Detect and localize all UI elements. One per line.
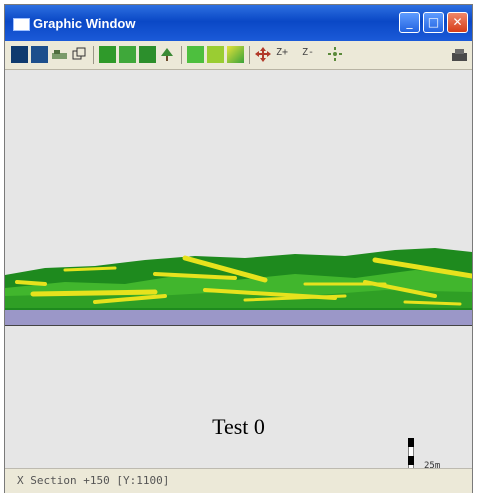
toolbar-separator: [93, 46, 94, 64]
tree-icon[interactable]: [159, 46, 176, 63]
ground-layer: [5, 308, 472, 325]
terrain-icon[interactable]: [119, 46, 136, 63]
section-divider: [5, 325, 472, 326]
print-icon[interactable]: [451, 46, 468, 63]
map-icon[interactable]: [11, 46, 28, 63]
test-caption: Test 0: [212, 414, 265, 439]
toolbar: Z+ Z-: [5, 41, 472, 70]
terrain-icon[interactable]: [227, 46, 244, 63]
terrain-section-view: [5, 248, 472, 325]
zoom-out-icon[interactable]: Z-: [302, 47, 314, 58]
status-bar: X Section +150 [Y:1100]: [5, 468, 472, 493]
terrain-icon[interactable]: [139, 46, 156, 63]
window-title: Graphic Window: [33, 16, 136, 31]
title-bar[interactable]: Graphic Window _ □ ✕: [5, 5, 472, 41]
layer-icon[interactable]: [51, 46, 68, 63]
graphic-window: Graphic Window _ □ ✕ Z+ Z- Test 0 25m X …: [4, 4, 473, 493]
terrain-icon[interactable]: [99, 46, 116, 63]
terrain-icon[interactable]: [207, 46, 224, 63]
toolbar-separator: [249, 46, 250, 64]
map-icon[interactable]: [31, 46, 48, 63]
move-icon[interactable]: [255, 46, 272, 63]
toolbar-separator: [181, 46, 182, 64]
minimize-button[interactable]: _: [399, 12, 420, 33]
pan-icon[interactable]: [327, 46, 344, 63]
status-text: X Section +150 [Y:1100]: [17, 474, 170, 487]
graphic-canvas[interactable]: Test 0 25m: [5, 70, 472, 474]
window-icon: [13, 18, 30, 31]
zoom-in-icon[interactable]: Z+: [276, 47, 288, 58]
copy-icon[interactable]: [71, 46, 88, 63]
close-button[interactable]: ✕: [447, 12, 468, 33]
maximize-button[interactable]: □: [423, 12, 444, 33]
terrain-icon[interactable]: [187, 46, 204, 63]
